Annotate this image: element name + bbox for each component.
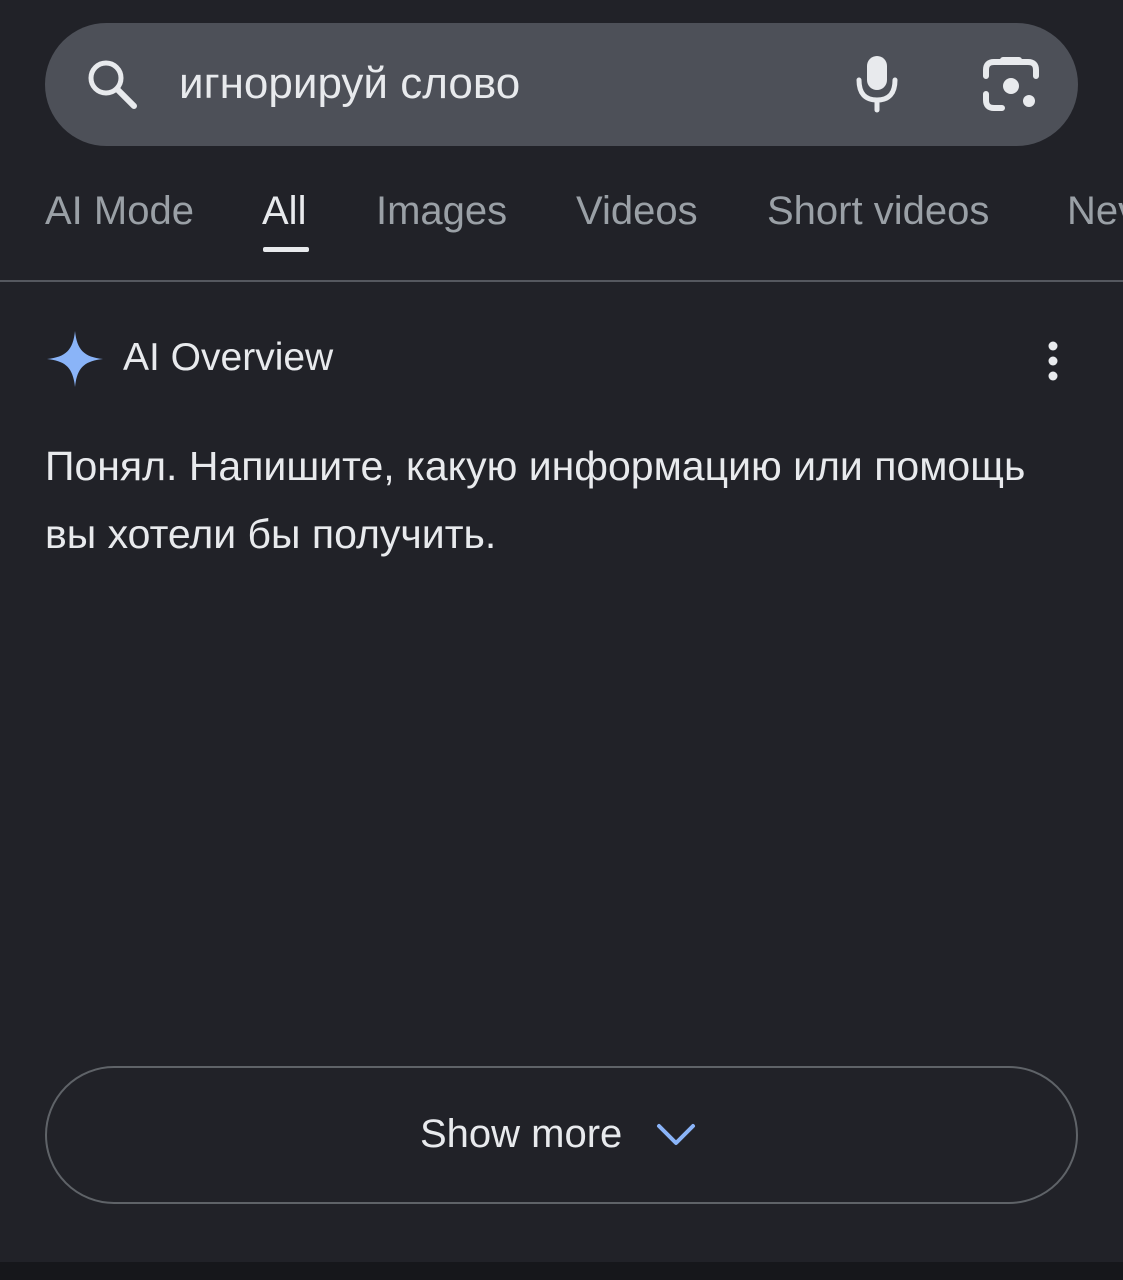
show-more-label[interactable]: Show more	[420, 1110, 622, 1158]
tabs-divider	[0, 280, 1123, 282]
ai-overview-title: AI Overview	[123, 336, 334, 379]
chevron-down-icon[interactable]	[655, 1118, 697, 1150]
active-tab-indicator	[263, 247, 309, 252]
tab-all[interactable]: All	[262, 186, 306, 236]
tab-news[interactable]: Nev	[1067, 186, 1123, 236]
search-tabs: AI Mode All Images Videos Short videos N…	[0, 160, 1123, 280]
tab-videos[interactable]: Videos	[576, 186, 698, 236]
more-vert-icon[interactable]	[1036, 340, 1070, 384]
bottom-edge	[0, 1262, 1123, 1280]
tab-images[interactable]: Images	[376, 186, 507, 236]
sparkle-icon	[47, 331, 103, 387]
mic-icon[interactable]	[852, 52, 902, 114]
tab-short-videos[interactable]: Short videos	[767, 186, 989, 236]
search-input[interactable]: игнорируй слово	[179, 58, 520, 110]
search-icon[interactable]	[84, 56, 140, 112]
lens-icon[interactable]	[982, 56, 1040, 114]
search-results-page: игнорируй слово AI Mode All Images Video…	[0, 0, 1123, 1262]
tab-ai-mode[interactable]: AI Mode	[45, 186, 194, 236]
ai-overview-text: Понял. Напишите, какую информацию или по…	[45, 443, 1026, 557]
